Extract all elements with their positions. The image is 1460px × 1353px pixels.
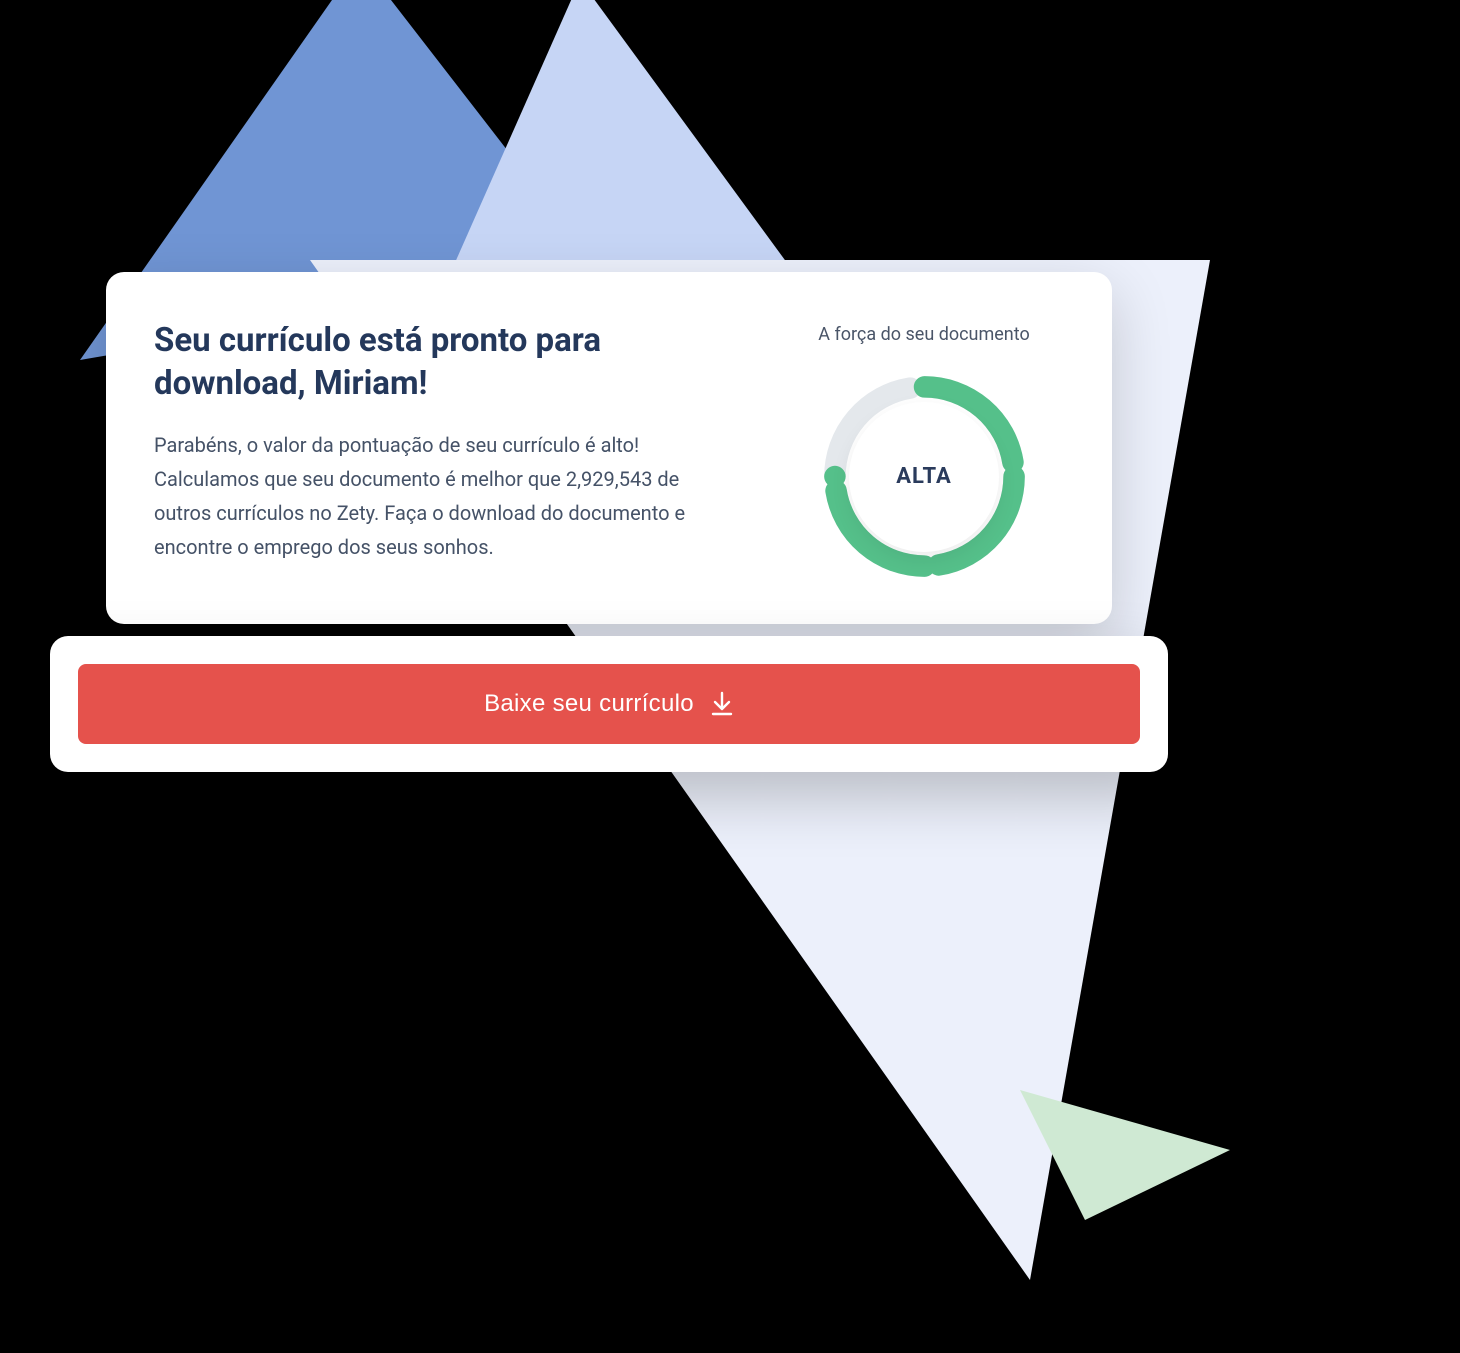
card-body: Parabéns, o valor da pontuação de seu cu… bbox=[154, 428, 714, 564]
resume-ready-card: Seu currículo está pronto para download,… bbox=[106, 272, 1112, 624]
decor-triangle-green bbox=[1020, 1060, 1250, 1230]
strength-gauge: ALTA bbox=[817, 369, 1032, 584]
gauge-label: ALTA bbox=[896, 464, 952, 489]
gauge-caption: A força do seu documento bbox=[818, 324, 1029, 345]
download-icon bbox=[710, 691, 734, 717]
card-title: Seu currículo está pronto para download,… bbox=[154, 320, 714, 406]
download-button[interactable]: Baixe seu currículo bbox=[78, 664, 1140, 744]
download-button-label: Baixe seu currículo bbox=[484, 690, 694, 718]
download-bar: Baixe seu currículo bbox=[50, 636, 1168, 772]
